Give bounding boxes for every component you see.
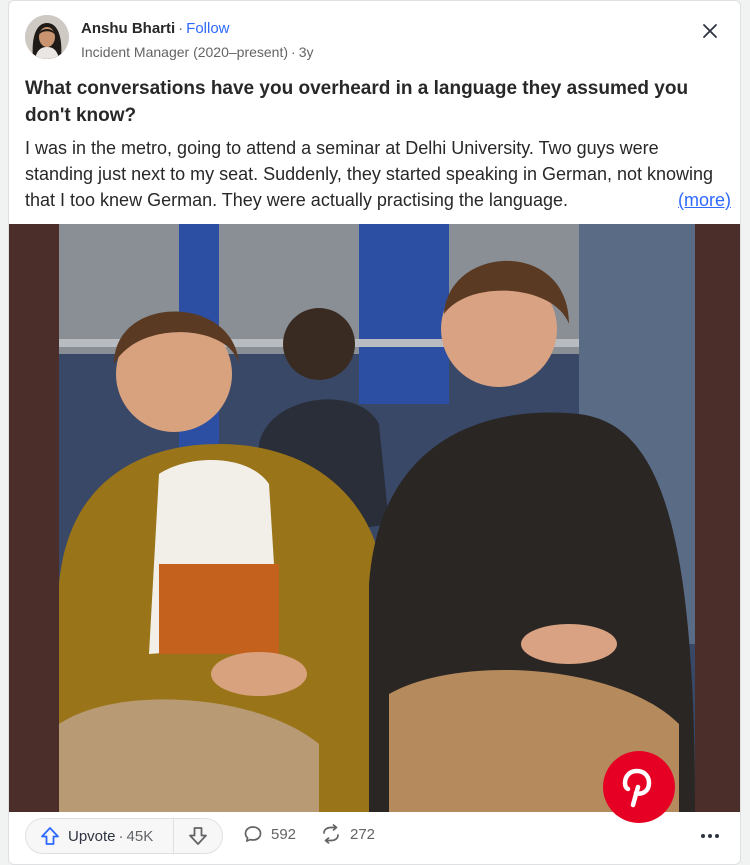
pinterest-button[interactable] [603,751,675,823]
author-header: Anshu Bharti · Follow Incident Manager (20… [25,15,724,65]
author-meta: Incident Manager (2020–present) · 3y [81,43,314,61]
author-avatar[interactable] [25,15,69,59]
close-button[interactable] [696,17,724,45]
upvote-count: 45K [126,827,154,845]
share-count: 272 [350,825,376,843]
vote-group: Upvote · 45K [25,818,223,854]
answer-preview[interactable]: I was in the metro, going to attend a se… [25,135,731,213]
answer-image[interactable] [59,224,695,812]
upvote-separator: · [118,827,124,845]
answer-text: I was in the metro, going to attend a se… [25,138,714,210]
more-link[interactable]: (more) [678,190,731,210]
question-title[interactable]: What conversations have you overheard in… [25,75,725,129]
answer-card: Anshu Bharti · Follow Incident Manager (20… [8,0,741,865]
answer-image-frame [9,224,740,823]
answer-age[interactable]: 3y [299,44,314,60]
author-name[interactable]: Anshu Bharti [81,20,175,37]
more-dots-icon [701,834,719,838]
share-icon [323,824,339,844]
upvote-button[interactable]: Upvote · 45K [26,819,174,853]
comment-count: 592 [271,825,297,843]
meta-separator-dot: · [291,44,296,60]
pinterest-icon [622,768,652,808]
separator-dot: · [178,20,184,37]
author-line: Anshu Bharti · Follow [81,20,230,38]
upvote-arrow-icon [41,827,59,845]
downvote-button[interactable] [174,819,222,853]
downvote-arrow-icon [189,827,207,845]
more-options-button[interactable] [696,822,724,850]
follow-button[interactable]: Follow [186,20,229,37]
close-icon [703,24,717,38]
share-button[interactable]: 272 [320,824,375,844]
action-bar: Upvote · 45K 592 272 [25,816,724,856]
comment-icon [244,826,262,842]
upvote-label: Upvote [68,827,116,845]
author-credential[interactable]: Incident Manager (2020–present) [81,44,288,60]
more-fade: (more) [642,187,731,213]
comment-button[interactable]: 592 [243,824,296,844]
